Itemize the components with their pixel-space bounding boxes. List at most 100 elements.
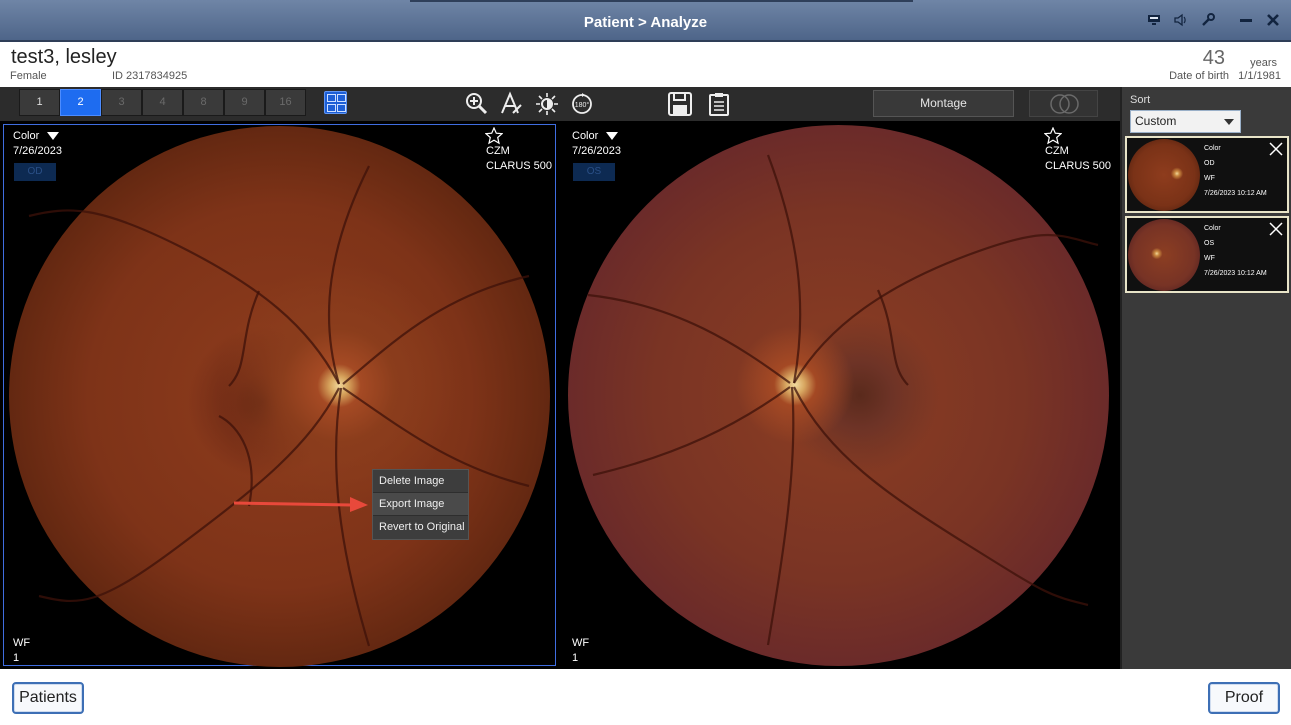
pane-od-device: CLARUS 500 (486, 160, 553, 172)
page-layout-buttons: 1 2 3 4 8 9 16 (19, 89, 306, 116)
retinal-vessels-od (28, 165, 530, 647)
patient-age-unit: years (1250, 57, 1277, 69)
sort-label: Sort (1130, 94, 1151, 106)
image-toolbar: 1 2 3 4 8 9 16 180° Montage (0, 87, 1120, 121)
close-icon[interactable] (1264, 12, 1282, 30)
pane-od-mode: Color (13, 130, 40, 142)
layout-button-8[interactable]: 8 (183, 89, 224, 116)
patient-name: test3, lesley (11, 46, 117, 68)
speaker-icon[interactable] (1172, 12, 1190, 30)
montage-button[interactable]: Montage (873, 90, 1014, 117)
sort-value: Custom (1135, 114, 1177, 128)
context-menu: Delete Image Export Image Revert to Orig… (372, 469, 469, 540)
thumbnail-od-datetime: 7/26/2023 10:12 AM (1204, 190, 1267, 197)
pane-od-date: 7/26/2023 (13, 145, 62, 157)
rotate-180-icon[interactable]: 180° (569, 91, 595, 117)
fundus-image-od[interactable] (9, 126, 550, 667)
layout-button-3[interactable]: 3 (101, 89, 142, 116)
pane-os-vendor: CZM (1045, 145, 1069, 157)
patient-header: test3, lesley Female ID 2317834925 43 ye… (0, 42, 1291, 87)
pane-os-index: 1 (572, 652, 579, 664)
thumbnail-od-image (1128, 139, 1200, 211)
pane-os-mode-dropdown[interactable]: Color (572, 129, 621, 144)
layout-button-1[interactable]: 1 (19, 89, 60, 116)
remove-thumbnail-close-icon[interactable] (1269, 222, 1283, 236)
minimize-icon[interactable] (1237, 12, 1255, 30)
image-pane-od[interactable]: Color 7/26/2023 OD CZM CLARUS 500 WF 1 D… (3, 124, 556, 667)
thumbnail-os[interactable]: Color OS WF 7/26/2023 10:12 AM (1125, 216, 1289, 293)
svg-text:180°: 180° (575, 101, 590, 109)
pane-os-field: WF (572, 637, 590, 649)
brightness-icon[interactable] (534, 91, 560, 117)
bottom-bar: Patients Proof (0, 669, 1291, 725)
thumbnail-od-field: WF (1204, 175, 1215, 182)
patients-button[interactable]: Patients (12, 682, 84, 714)
pane-os-device-info: CZM CLARUS 500 (1045, 144, 1111, 174)
patient-age: 43 (1202, 47, 1225, 69)
pane-os-info: Color 7/26/2023 (572, 129, 621, 159)
thumbnail-od-mode: Color (1204, 145, 1221, 152)
zoom-in-icon[interactable] (464, 91, 490, 117)
grid-layout-icon[interactable] (324, 91, 347, 114)
display-icon[interactable] (1145, 12, 1163, 30)
chevron-down-icon (606, 132, 619, 141)
annotation-arrow (234, 497, 368, 512)
dob-label: Date of birth (1169, 70, 1229, 82)
pane-od-info: Color 7/26/2023 (13, 129, 62, 159)
clipboard-icon[interactable] (706, 91, 732, 117)
thumbnail-od[interactable]: Color OD WF 7/26/2023 10:12 AM (1125, 136, 1289, 213)
chevron-down-icon (47, 132, 60, 141)
pane-od-device-info: CZM CLARUS 500 (486, 144, 552, 174)
pane-od-vendor: CZM (486, 145, 510, 157)
window-title: Patient > Analyze (583, 14, 708, 31)
menu-item-export-image[interactable]: Export Image (373, 493, 468, 516)
thumbnail-os-eye: OS (1204, 240, 1215, 247)
annotate-icon[interactable] (499, 91, 525, 117)
pane-od-index: 1 (13, 652, 20, 664)
thumbnail-os-image (1128, 219, 1200, 291)
pane-os-date: 7/26/2023 (572, 145, 621, 157)
image-viewer: Color 7/26/2023 OD CZM CLARUS 500 WF 1 D… (0, 121, 1120, 669)
thumbnail-os-mode: Color (1204, 225, 1221, 232)
image-pane-os[interactable]: Color 7/26/2023 OS CZM CLARUS 500 WF 1 (562, 124, 1115, 666)
thumbnail-sidebar: Sort Custom Color OD WF 7/26/2023 10:12 … (1120, 87, 1291, 669)
patient-sex: Female (10, 70, 47, 82)
layout-button-9[interactable]: 9 (224, 89, 265, 116)
layout-button-16[interactable]: 16 (265, 89, 306, 116)
pane-od-eye-badge: OD (14, 163, 56, 181)
pane-os-mode: Color (572, 130, 599, 142)
patient-dob: Date of birth 1/1/1981 (1169, 70, 1281, 82)
thumbnail-od-eye: OD (1204, 160, 1215, 167)
patient-id: ID 2317834925 (112, 70, 188, 82)
pane-os-eye-badge: OS (573, 163, 615, 181)
thumbnail-os-datetime: 7/26/2023 10:12 AM (1204, 270, 1267, 277)
save-icon[interactable] (667, 91, 693, 117)
pane-od-footer: WF 1 (13, 636, 30, 666)
menu-item-revert-to-original[interactable]: Revert to Original (373, 516, 468, 539)
thumbnail-os-meta: Color OS WF 7/26/2023 10:12 AM (1204, 221, 1267, 281)
favorite-star-icon[interactable] (484, 126, 504, 145)
pane-od-mode-dropdown[interactable]: Color (13, 129, 62, 144)
app-window: Patient > Analyze test3, lesley Female I… (0, 0, 1291, 725)
wrench-icon[interactable] (1199, 12, 1217, 30)
proof-button[interactable]: Proof (1208, 682, 1280, 714)
layout-button-4[interactable]: 4 (142, 89, 183, 116)
compare-rings-icon (1050, 94, 1079, 114)
layout-button-2[interactable]: 2 (60, 89, 101, 116)
pane-os-footer: WF 1 (572, 636, 589, 666)
dob-value: 1/1/1981 (1238, 70, 1281, 82)
compare-button[interactable] (1029, 90, 1098, 117)
menu-item-delete-image[interactable]: Delete Image (373, 470, 468, 493)
sort-dropdown[interactable]: Custom (1130, 110, 1241, 133)
thumbnail-os-field: WF (1204, 255, 1215, 262)
title-bar-accent (410, 0, 913, 2)
retinal-vessels-os (587, 154, 1099, 646)
remove-thumbnail-close-icon[interactable] (1269, 142, 1283, 156)
title-bar: Patient > Analyze (0, 0, 1291, 42)
favorite-star-icon[interactable] (1043, 126, 1063, 145)
chevron-down-icon (1224, 119, 1234, 125)
pane-od-field: WF (13, 637, 31, 649)
fundus-image-os[interactable] (568, 125, 1109, 666)
pane-os-device: CLARUS 500 (1045, 160, 1112, 172)
thumbnail-od-meta: Color OD WF 7/26/2023 10:12 AM (1204, 141, 1267, 201)
